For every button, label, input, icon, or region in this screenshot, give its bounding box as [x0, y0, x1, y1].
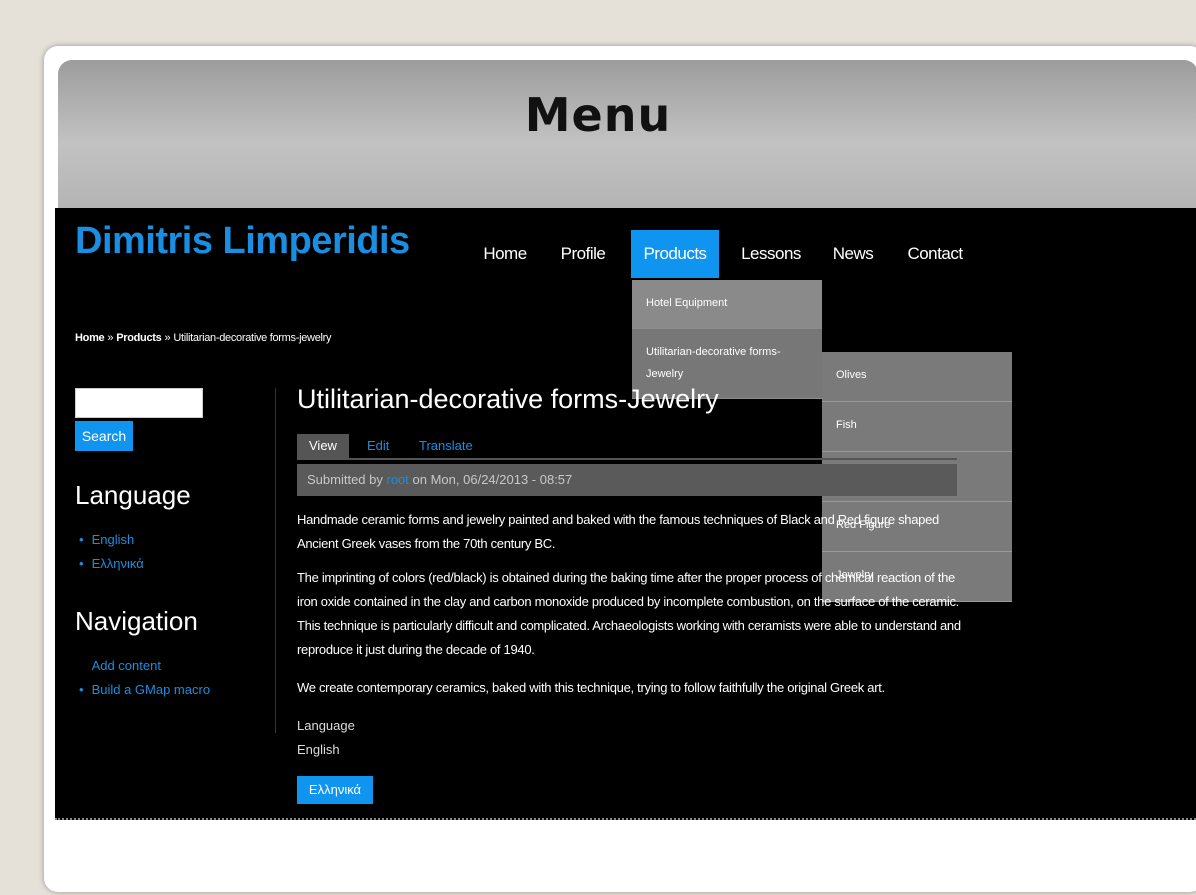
language-heading: Language [75, 480, 191, 510]
navigation-heading: Navigation [75, 606, 198, 636]
language-list: • English • Ελληνικά [79, 528, 144, 576]
body-paragraph-3: We create contemporary ceramics, baked w… [297, 680, 885, 695]
nav-products[interactable]: Products [631, 230, 719, 278]
dropdown-item-hotel-equipment[interactable]: Hotel Equipment [632, 280, 822, 329]
slide-title: Menu [524, 88, 672, 142]
nav-home[interactable]: Home [471, 230, 539, 278]
content-tabs: View Edit Translate [297, 434, 957, 460]
site-logo[interactable]: Dimitris Limperidis [75, 220, 410, 263]
submenu-item-olives[interactable]: Olives [822, 352, 1012, 402]
breadcrumb-products[interactable]: Products [116, 332, 162, 344]
breadcrumb-home[interactable]: Home [75, 332, 105, 344]
body-paragraph-1: Handmade ceramic forms and jewelry paint… [297, 512, 939, 551]
breadcrumb: Home» Products» Utilitarian-decorative for… [75, 332, 332, 344]
submitted-date: on Mon, 06/24/2013 - 08:57 [412, 472, 573, 487]
submitted-info: Submitted by root on Mon, 06/24/2013 - 0… [297, 464, 957, 496]
tab-view[interactable]: View [297, 434, 349, 458]
dotted-divider [55, 818, 1196, 820]
language-field-value: English [297, 742, 340, 757]
bullet-icon: • [79, 556, 84, 571]
breadcrumb-sep: » [107, 332, 114, 344]
language-link-greek[interactable]: • Ελληνικά [79, 552, 144, 576]
nav-news[interactable]: News [823, 230, 883, 278]
breadcrumb-current: Utilitarian-decorative forms-jewelry [173, 332, 332, 344]
search-input[interactable] [75, 388, 203, 418]
nav-profile[interactable]: Profile [549, 230, 617, 278]
greek-translation-button[interactable]: Ελληνικά [297, 776, 373, 804]
bullet-icon: • [79, 532, 84, 547]
body-paragraph-2: The imprinting of colors (red/black) is … [297, 570, 961, 657]
nav-link-build-gmap[interactable]: • Build a GMap macro [79, 678, 210, 702]
submitted-user-link[interactable]: root [387, 472, 409, 487]
website-screenshot: Dimitris Limperidis Home Profile Product… [55, 208, 1196, 820]
tab-translate[interactable]: Translate [419, 434, 473, 458]
submitted-prefix: Submitted by [307, 472, 383, 487]
tab-edit[interactable]: Edit [367, 434, 389, 458]
page-title: Utilitarian-decorative forms-Jewelry [297, 384, 719, 414]
language-field-label: Language [297, 718, 355, 733]
nav-link-add-content[interactable]: •Add content [79, 654, 210, 678]
nav-lessons[interactable]: Lessons [731, 230, 811, 278]
products-dropdown: Hotel Equipment Utilitarian-decorative f… [632, 280, 822, 399]
bullet-icon: • [79, 682, 84, 697]
navigation-list: •Add content •Build a GMap macro [79, 654, 210, 702]
sidebar-divider [275, 388, 276, 733]
nav-contact[interactable]: Contact [899, 230, 971, 278]
language-link-english[interactable]: • English [79, 528, 144, 552]
search-button[interactable]: Search [75, 421, 133, 451]
breadcrumb-sep: » [164, 332, 171, 344]
